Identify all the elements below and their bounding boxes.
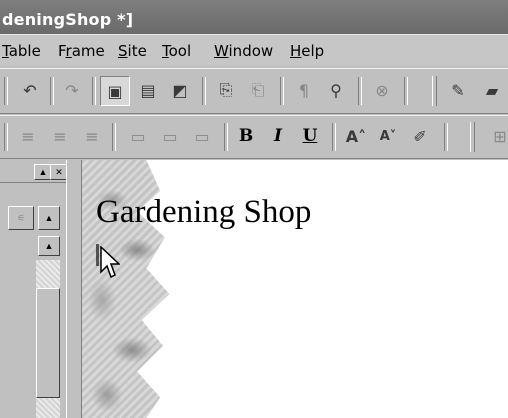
redo-icon[interactable]: ↷ [58,76,86,104]
standard-toolbar: ↶ ↷ ▣ ▤ ◩ ⎘ ⎗ ¶ ⚲ ⊗ ✎ ▰ [0,68,508,114]
edit-icon[interactable]: ✎ [444,76,472,104]
toolbar-separator [112,123,116,151]
font-smaller-icon[interactable]: A˅ [374,122,402,150]
toolbar-separator [50,77,54,105]
menu-table[interactable]: Table [2,42,41,60]
align-middle-icon[interactable]: ▭ [156,122,184,150]
toolbar-separator [202,77,206,105]
window-title: deningShop *] [2,10,134,29]
page-heading[interactable]: Gardening Shop [96,194,311,231]
panel-tool-icon[interactable]: ⚟ [8,206,34,230]
align-left-icon[interactable]: ≡ [14,122,42,150]
mouse-cursor-icon [100,246,120,279]
font-color-icon[interactable]: ✐ [406,122,434,150]
align-center-icon[interactable]: ≡ [46,122,74,150]
site-panel: ▲ ✕ ⚟ ▲ ▲ [0,160,76,418]
font-larger-icon[interactable]: A˄ [342,122,370,150]
toolbar-separator [224,123,228,151]
align-right-icon[interactable]: ≡ [78,122,106,150]
menu-bar: Table Frame Site Tool Window Help [0,34,508,65]
table-icon[interactable]: ⊞ [486,122,508,150]
normal-view-icon[interactable]: ▣ [100,76,130,106]
toolbar-grip[interactable] [432,76,437,106]
underline-button[interactable]: U [296,122,324,150]
toolbar-separator [358,77,362,105]
link-icon[interactable]: ⚲ [322,76,350,104]
menu-tool[interactable]: Tool [162,42,191,60]
scroll-up-arrow-icon[interactable]: ▲ [38,206,60,230]
format-toolbar: ≡ ≡ ≡ ▭ ▭ ▭ B I U A˄ A˅ ✐ ⊞ [0,115,508,159]
text-caret [96,244,99,266]
italic-button[interactable]: I [264,122,292,150]
toolbar-separator [92,77,96,105]
paste-icon[interactable]: ⎗ [244,76,272,104]
toolbar-separator [332,123,336,151]
menu-help[interactable]: Help [290,42,324,60]
panel-splitter[interactable] [66,160,82,418]
document-editor[interactable]: Gardening Shop [82,160,508,418]
toolbar-separator [280,77,284,105]
stop-icon[interactable]: ⊗ [368,76,396,104]
toolbar-separator [4,123,8,151]
scroll-up-button[interactable]: ▲ [38,236,60,256]
hyperlink-icon[interactable]: ¶ [290,76,318,104]
panel-scrollbar-thumb[interactable] [36,288,60,398]
bold-button[interactable]: B [232,122,260,150]
image-icon[interactable]: ▰ [478,76,506,104]
toolbar-separator [404,77,408,105]
toolbar-separator [4,77,8,105]
preview-view-icon[interactable]: ◩ [166,76,194,104]
copy-icon[interactable]: ⎘ [212,76,240,104]
toolbar-separator [444,123,448,151]
undo-icon[interactable]: ↶ [16,76,44,104]
menu-site[interactable]: Site [118,42,147,60]
toolbar-grip[interactable] [470,122,475,152]
menu-window[interactable]: Window [214,42,273,60]
menu-frame[interactable]: Frame [58,42,105,60]
align-bottom-icon[interactable]: ▭ [188,122,216,150]
html-view-icon[interactable]: ▤ [134,76,162,104]
align-top-icon[interactable]: ▭ [124,122,152,150]
title-bar: deningShop *] [0,0,508,34]
panel-header: ▲ ✕ [0,160,76,183]
